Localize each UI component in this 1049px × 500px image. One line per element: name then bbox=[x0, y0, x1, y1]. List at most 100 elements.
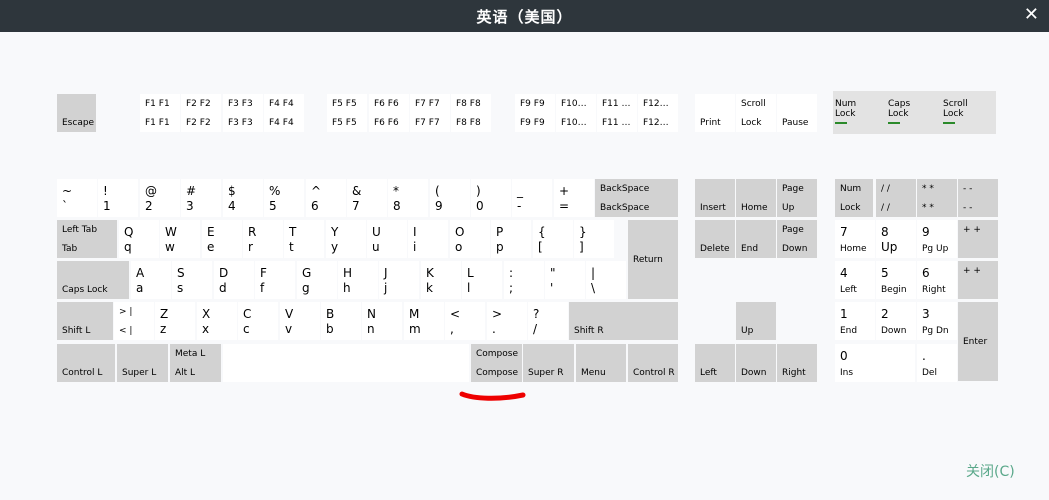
key-a[interactable]: Aa bbox=[131, 261, 171, 299]
key-kp-multiply[interactable]: * * * * bbox=[917, 179, 957, 217]
key-backspace[interactable]: BackSpace BackSpace bbox=[595, 179, 678, 217]
key-f[interactable]: Ff bbox=[255, 261, 295, 299]
key-num-lock[interactable]: Num Lock bbox=[835, 179, 873, 217]
key-home[interactable]: Home bbox=[736, 179, 776, 217]
key-page-up[interactable]: Page Up bbox=[777, 179, 817, 217]
key-super-r[interactable]: Super R bbox=[523, 344, 574, 382]
key-s[interactable]: Ss bbox=[172, 261, 212, 299]
key-kp6[interactable]: 6 Right bbox=[917, 261, 957, 299]
key-apostrophe[interactable]: " ' bbox=[545, 261, 585, 299]
key-delete[interactable]: Delete bbox=[695, 220, 735, 258]
key-t[interactable]: Tt bbox=[284, 220, 324, 258]
key-escape[interactable]: Escape bbox=[57, 94, 96, 132]
key-f9[interactable]: F9 F9 F9 F9 bbox=[515, 94, 555, 132]
key-g[interactable]: Gg bbox=[297, 261, 337, 299]
key-kp-add2[interactable]: + + bbox=[958, 261, 998, 299]
key-b[interactable]: Bb bbox=[321, 302, 361, 340]
key-6[interactable]: ^ 6 bbox=[306, 179, 346, 217]
key-n[interactable]: Nn bbox=[362, 302, 402, 340]
key-menu[interactable]: Menu bbox=[576, 344, 626, 382]
key-control-r[interactable]: Control R bbox=[628, 344, 678, 382]
key-kp-add[interactable]: + + bbox=[958, 220, 998, 258]
key-8[interactable]: * 8 bbox=[388, 179, 428, 217]
key-x[interactable]: Xx bbox=[197, 302, 237, 340]
key-down[interactable]: Down bbox=[736, 344, 776, 382]
key-1[interactable]: ! 1 bbox=[98, 179, 138, 217]
key-backslash[interactable]: | \ bbox=[586, 261, 626, 299]
key-f4[interactable]: F4 F4 F4 F4 bbox=[264, 94, 304, 132]
key-up[interactable]: Up bbox=[736, 302, 776, 340]
key-0[interactable]: ) 0 bbox=[471, 179, 511, 217]
key-kp8[interactable]: 8 Up bbox=[876, 220, 916, 258]
key-kp-enter[interactable]: Enter bbox=[958, 302, 998, 381]
key-space[interactable] bbox=[223, 344, 469, 382]
key-o[interactable]: Oo bbox=[450, 220, 490, 258]
key-minus[interactable]: _ - bbox=[512, 179, 552, 217]
key-p[interactable]: Pp bbox=[491, 220, 531, 258]
key-kp0[interactable]: 0 Ins bbox=[835, 344, 915, 382]
key-u[interactable]: Uu bbox=[367, 220, 407, 258]
key-kp-divide[interactable]: / / / / bbox=[876, 179, 916, 217]
key-kp3[interactable]: 3 Pg Dn bbox=[917, 302, 957, 340]
key-2[interactable]: @2 bbox=[140, 179, 180, 217]
key-kp2[interactable]: 2 Down bbox=[876, 302, 916, 340]
close-button[interactable]: 关闭(C) bbox=[966, 461, 1015, 481]
key-4[interactable]: $4 bbox=[223, 179, 263, 217]
key-grave[interactable]: ~ ` bbox=[57, 179, 97, 217]
key-kp-decimal[interactable]: . Del bbox=[917, 344, 957, 382]
key-r[interactable]: Rr bbox=[243, 220, 283, 258]
key-alt-l[interactable]: Meta L Alt L bbox=[170, 344, 221, 382]
key-kp5[interactable]: 5 Begin bbox=[876, 261, 916, 299]
key-equal[interactable]: + = bbox=[554, 179, 594, 217]
key-h[interactable]: Hh bbox=[338, 261, 378, 299]
key-w[interactable]: Ww bbox=[160, 220, 200, 258]
key-scroll-lock[interactable]: Scroll Lock bbox=[736, 94, 776, 132]
key-f6[interactable]: F6 F6 F6 F6 bbox=[369, 94, 409, 132]
key-control-l[interactable]: Control L bbox=[57, 344, 115, 382]
key-3[interactable]: #3 bbox=[181, 179, 221, 217]
key-pause[interactable]: Pause bbox=[777, 94, 817, 132]
key-return[interactable]: Return bbox=[628, 220, 678, 299]
key-f11[interactable]: F11 … F11 … bbox=[597, 94, 637, 132]
key-kp-subtract[interactable]: - - - - bbox=[958, 179, 998, 217]
key-7[interactable]: & 7 bbox=[347, 179, 387, 217]
key-f10[interactable]: F10… F10… bbox=[556, 94, 596, 132]
key-insert[interactable]: Insert bbox=[695, 179, 735, 217]
key-f8[interactable]: F8 F8 F8 F8 bbox=[451, 94, 491, 132]
key-super-l[interactable]: Super L bbox=[117, 344, 168, 382]
key-j[interactable]: Jj bbox=[379, 261, 419, 299]
key-kp9[interactable]: 9 Pg Up bbox=[917, 220, 957, 258]
key-c[interactable]: Cc bbox=[238, 302, 278, 340]
key-f5[interactable]: F5 F5 F5 F5 bbox=[327, 94, 367, 132]
key-l[interactable]: Ll bbox=[462, 261, 502, 299]
key-m[interactable]: Mm bbox=[404, 302, 444, 340]
key-f12[interactable]: F12… F12… bbox=[638, 94, 678, 132]
key-bracketleft[interactable]: {[ bbox=[533, 220, 573, 258]
key-k[interactable]: Kk bbox=[421, 261, 461, 299]
key-y[interactable]: Yy bbox=[326, 220, 366, 258]
key-semicolon[interactable]: :; bbox=[504, 261, 544, 299]
key-shift-l[interactable]: Shift L bbox=[57, 302, 113, 340]
key-period[interactable]: >. bbox=[487, 302, 527, 340]
key-comma[interactable]: <, bbox=[445, 302, 485, 340]
key-f2[interactable]: F2 F2 F2 F2 bbox=[181, 94, 221, 132]
key-caps-lock[interactable]: Caps Lock bbox=[57, 261, 129, 299]
key-bracketright[interactable]: }] bbox=[574, 220, 614, 258]
key-left[interactable]: Left bbox=[695, 344, 735, 382]
key-kp4[interactable]: 4 Left bbox=[835, 261, 875, 299]
key-9[interactable]: (9 bbox=[430, 179, 470, 217]
key-less[interactable]: > | < | bbox=[114, 302, 154, 340]
key-shift-r[interactable]: Shift R bbox=[569, 302, 678, 340]
key-print[interactable]: Print bbox=[695, 94, 735, 132]
key-slash[interactable]: ? / bbox=[528, 302, 568, 340]
key-q[interactable]: Qq bbox=[119, 220, 159, 258]
key-i[interactable]: Ii bbox=[408, 220, 448, 258]
key-z[interactable]: Zz bbox=[155, 302, 195, 340]
key-f3[interactable]: F3 F3 F3 F3 bbox=[223, 94, 263, 132]
key-page-down[interactable]: Page Down bbox=[777, 220, 817, 258]
key-kp1[interactable]: 1 End bbox=[835, 302, 875, 340]
key-e[interactable]: Ee bbox=[202, 220, 242, 258]
key-f1[interactable]: F1 F1 F1 F1 bbox=[140, 94, 180, 132]
key-end[interactable]: End bbox=[736, 220, 776, 258]
key-tab[interactable]: Left Tab Tab bbox=[57, 220, 117, 258]
